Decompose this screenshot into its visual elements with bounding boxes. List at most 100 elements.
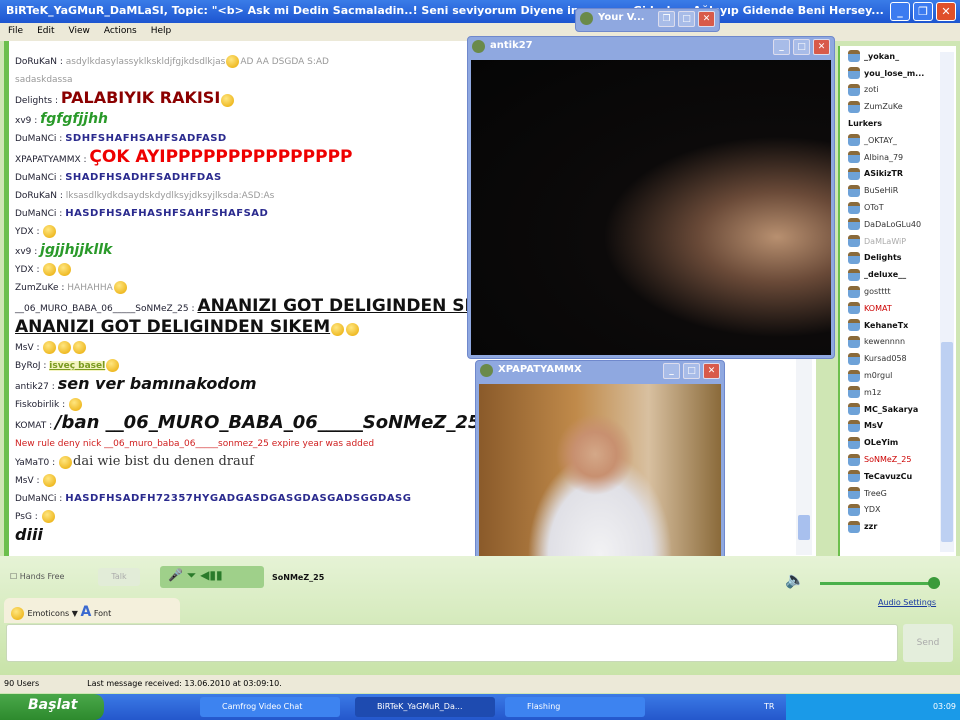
user-icon <box>848 167 860 180</box>
user-list-item[interactable]: TreeG <box>840 485 956 502</box>
restore-button[interactable]: ❐ <box>658 11 675 27</box>
task-camfrog[interactable]: Camfrog Video Chat <box>200 697 340 717</box>
maximize-button[interactable]: □ <box>678 11 695 27</box>
user-list-item[interactable]: SoNMeZ_25 <box>840 451 956 468</box>
audio-settings-link[interactable]: Audio Settings <box>878 598 936 607</box>
dropdown-arrow-icon[interactable]: ▼ <box>72 609 78 618</box>
user-list-item[interactable]: _OKTAY_ <box>840 132 956 149</box>
chat-nick[interactable]: YaMaT0 <box>15 458 49 468</box>
minimize-button[interactable]: _ <box>663 363 680 379</box>
emoticons-button[interactable]: Emoticons <box>28 609 70 618</box>
user-icon <box>848 251 860 264</box>
menu-actions[interactable]: Actions <box>104 26 137 38</box>
user-list-item[interactable]: ZumZuKe <box>840 98 956 115</box>
user-name: KOMAT <box>864 303 892 313</box>
close-button[interactable]: ✕ <box>698 11 715 27</box>
menu-edit[interactable]: Edit <box>37 26 54 38</box>
user-list-item[interactable]: _yokan_ <box>840 48 956 65</box>
language-indicator[interactable]: TR <box>764 702 774 711</box>
user-list-item[interactable]: YDX <box>840 502 956 519</box>
menu-view[interactable]: View <box>69 26 90 38</box>
user-icon <box>848 503 860 516</box>
user-list-item[interactable]: DaDaLoGLu40 <box>840 216 956 233</box>
user-list-item[interactable]: TeCavuzCu <box>840 468 956 485</box>
chat-nick[interactable]: PsG <box>15 512 32 522</box>
user-list-item[interactable]: Kursad058 <box>840 350 956 367</box>
user-list-item[interactable]: MsV <box>840 418 956 435</box>
user-list-item[interactable]: Albina_79 <box>840 149 956 166</box>
font-button[interactable]: Font <box>94 609 111 618</box>
user-list-item[interactable]: you_lose_m... <box>840 65 956 82</box>
chat-nick[interactable]: XPAPATYAMMX <box>15 155 81 165</box>
video-window-xpapatyammx[interactable]: XPAPATYAMMX _ □ ✕ <box>475 360 725 589</box>
chat-nick[interactable]: MsV <box>15 343 34 353</box>
user-list-item[interactable]: m1z <box>840 384 956 401</box>
user-list-scrollbar[interactable] <box>940 52 954 552</box>
font-icon[interactable]: A <box>80 604 91 620</box>
task-chatroom[interactable]: BiRTeK_YaGMuR_Da... <box>355 697 495 717</box>
chat-nick[interactable]: DuMaNCi <box>15 173 56 183</box>
user-list-item[interactable]: kewennnn <box>840 334 956 351</box>
close-button[interactable]: ✕ <box>813 39 830 55</box>
hands-free-checkbox[interactable]: ☐ Hands Free <box>10 572 64 581</box>
chat-nick[interactable]: MsV <box>15 476 34 486</box>
chat-nick[interactable]: DuMaNCi <box>15 209 56 219</box>
user-list-item[interactable]: zoti <box>840 82 956 99</box>
speaker-icon[interactable]: 🔈 <box>785 570 805 589</box>
user-list-item[interactable]: gostttt <box>840 283 956 300</box>
chat-nick[interactable]: YDX <box>15 265 34 275</box>
chat-nick[interactable]: xv9 <box>15 247 31 257</box>
user-list-item[interactable]: m0rgul <box>840 367 956 384</box>
user-name: ASikizTR <box>864 169 904 179</box>
user-icon <box>848 285 860 298</box>
user-list-item[interactable]: KOMAT <box>840 300 956 317</box>
message-input[interactable] <box>6 624 898 662</box>
minimize-button[interactable]: _ <box>773 39 790 55</box>
task-flashing[interactable]: Flashing <box>505 697 645 717</box>
start-button[interactable]: Başlat <box>0 694 104 720</box>
restore-button[interactable]: ❐ <box>913 2 933 21</box>
window-title-bar[interactable]: BiRTeK_YaGMuR_DaMLaSI, Topic: "<b> Ask m… <box>0 0 960 23</box>
chat-text: HASDFHSADFH72357HYGADGASDGASGDASGADSGGDA… <box>65 493 412 504</box>
menu-help[interactable]: Help <box>151 26 172 38</box>
user-list-item[interactable]: BuSeHiR <box>840 182 956 199</box>
chat-nick[interactable]: xv9 <box>15 116 31 126</box>
menu-file[interactable]: File <box>8 26 23 38</box>
chat-nick[interactable]: DuMaNCi <box>15 134 56 144</box>
maximize-button[interactable]: □ <box>793 39 810 55</box>
emoticon-icon[interactable] <box>11 607 24 620</box>
user-list-item[interactable]: DaMLaWiP <box>840 233 956 250</box>
chat-nick[interactable]: KOMAT <box>15 421 46 431</box>
chat-nick[interactable]: DuMaNCi <box>15 494 56 504</box>
user-list-item[interactable]: _deluxe__ <box>840 266 956 283</box>
user-list[interactable]: _yokan_ you_lose_m... zoti ZumZuKe Lurkers _O… <box>838 46 956 556</box>
user-name: MsV <box>864 421 883 431</box>
user-list-item[interactable]: MC_Sakarya <box>840 401 956 418</box>
minimize-button[interactable]: _ <box>890 2 910 21</box>
chat-nick[interactable]: ZumZuKe <box>15 283 59 293</box>
maximize-button[interactable]: □ <box>683 363 700 379</box>
user-list-item[interactable]: zzr <box>840 518 956 535</box>
chat-nick[interactable]: Delights <box>15 96 52 106</box>
video-window-antik27[interactable]: antik27 _ □ ✕ <box>467 36 835 359</box>
user-list-item[interactable]: KehaneTx <box>840 317 956 334</box>
chat-nick[interactable]: __06_MURO_BABA_06_____SoNMeZ_25 <box>15 304 189 314</box>
close-button[interactable]: ✕ <box>936 2 956 21</box>
user-name: MC_Sakarya <box>864 404 919 414</box>
user-list-item[interactable]: ASikizTR <box>840 166 956 183</box>
user-list-item[interactable]: Delights <box>840 250 956 267</box>
chat-nick[interactable]: ByRoJ <box>15 361 41 371</box>
talk-button[interactable]: Talk <box>98 568 140 586</box>
send-button[interactable]: Send <box>903 624 953 662</box>
volume-slider[interactable] <box>820 577 940 589</box>
user-list-item[interactable]: OLeYim <box>840 434 956 451</box>
chat-text: isveç basel <box>49 361 106 371</box>
chat-nick[interactable]: YDX <box>15 227 34 237</box>
user-list-item[interactable]: OToT <box>840 199 956 216</box>
chat-nick[interactable]: DoRuKaN <box>15 57 57 67</box>
chat-nick[interactable]: Fiskobirlik <box>15 400 59 410</box>
chat-nick[interactable]: antik27 <box>15 382 49 392</box>
chat-nick[interactable]: DoRuKaN <box>15 191 57 201</box>
close-button[interactable]: ✕ <box>703 363 720 379</box>
self-video-window[interactable]: Your V... ❐ □ ✕ <box>575 8 720 32</box>
